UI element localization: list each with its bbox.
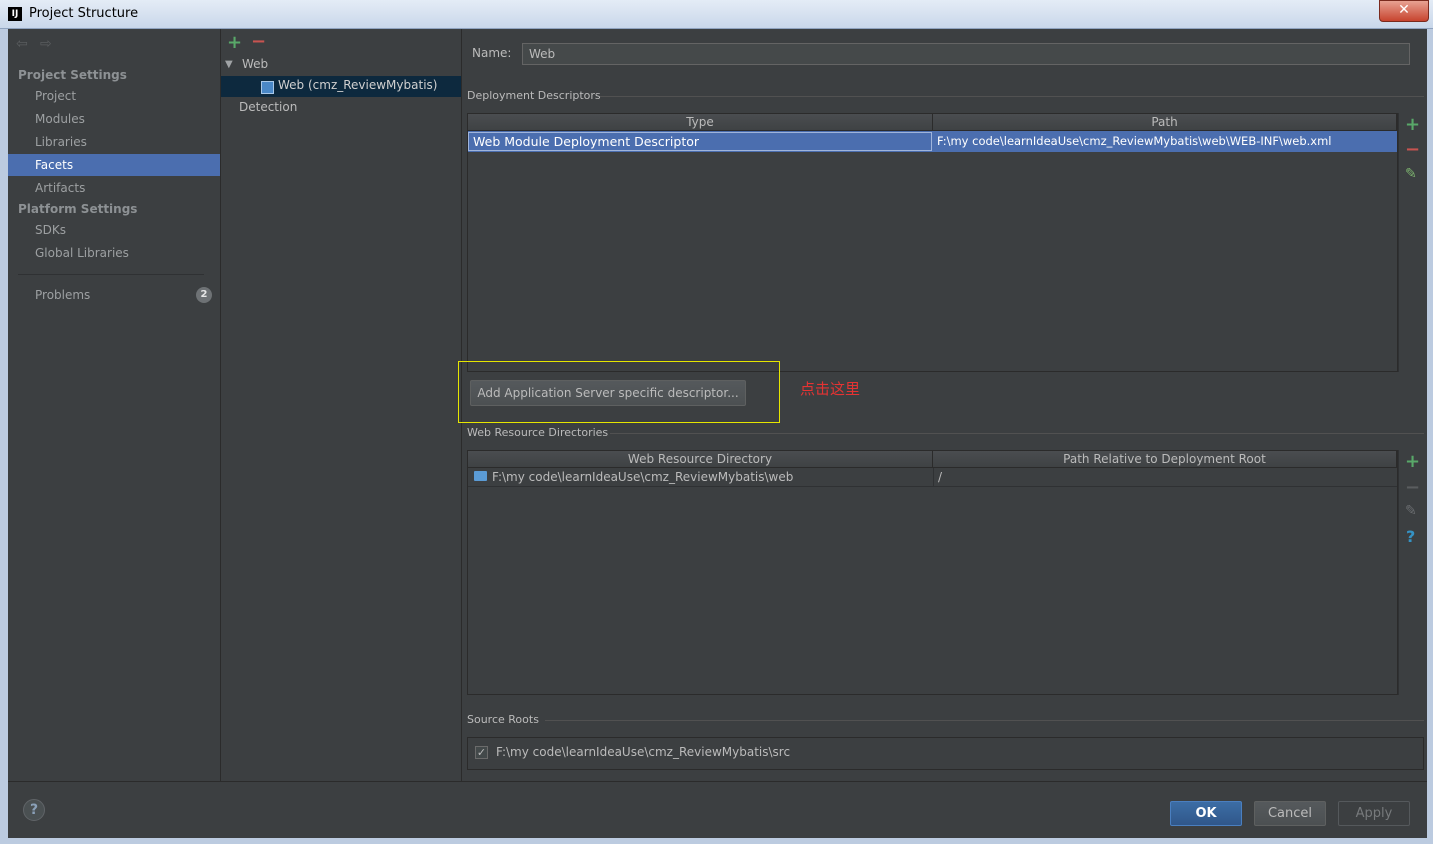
remove-web-resource-icon[interactable]: − [1405,477,1420,498]
sidebar-item-libraries[interactable]: Libraries [8,131,220,153]
ok-button[interactable]: OK [1170,801,1242,826]
folder-icon [474,471,487,481]
deployment-descriptors-title: Deployment Descriptors [467,89,601,102]
web-resources-table: Web Resource Directory Path Relative to … [467,450,1398,695]
window-titlebar [0,0,1433,29]
intellij-app-icon: IJ [8,7,22,21]
add-descriptor-icon[interactable]: + [1405,114,1420,135]
help-button[interactable]: ? [23,799,45,821]
remove-descriptor-icon[interactable]: − [1405,139,1420,160]
back-arrow-icon[interactable]: ⇦ [16,36,28,52]
tree-node-web-module[interactable]: Web (cmz_ReviewMybatis) [278,78,437,92]
web-facet-icon [261,81,274,94]
tree-expand-triangle-icon[interactable]: ▼ [225,59,233,70]
table-row[interactable]: Web Module Deployment Descriptor F:\my c… [468,131,1397,152]
project-settings-heading: Project Settings [18,68,127,82]
sidebar-item-facets[interactable]: Facets [8,154,220,176]
source-root-checkbox[interactable]: ✓ [475,746,488,759]
group-divider [600,96,1424,97]
table-cell-directory: F:\my code\learnIdeaUse\cmz_ReviewMybati… [492,470,794,484]
forward-arrow-icon[interactable]: ⇨ [40,36,52,52]
edit-web-resource-icon[interactable]: ✎ [1405,503,1417,519]
table-cell-path: F:\my code\learnIdeaUse\cmz_ReviewMybati… [937,134,1332,148]
sidebar-item-global-libraries[interactable]: Global Libraries [8,242,220,264]
table-cell-relative-path: / [933,468,1397,486]
facet-name-field[interactable]: Web [522,43,1410,65]
table-row[interactable]: F:\my code\learnIdeaUse\cmz_ReviewMybati… [468,468,1397,487]
tree-node-web[interactable]: Web [242,57,268,71]
column-header-web-resource-directory[interactable]: Web Resource Directory [468,451,933,468]
help-question-icon[interactable]: ? [1406,527,1415,546]
sidebar-item-modules[interactable]: Modules [8,108,220,130]
source-roots-title: Source Roots [467,713,539,726]
edit-descriptor-icon[interactable]: ✎ [1405,166,1417,182]
platform-settings-heading: Platform Settings [18,202,138,216]
column-header-path[interactable]: Path [933,114,1397,131]
window-title: Project Structure [29,6,139,21]
sidebar-divider [18,274,204,275]
facet-tree-panel [221,29,462,781]
sidebar-item-sdks[interactable]: SDKs [8,219,220,241]
sidebar-item-artifacts[interactable]: Artifacts [8,177,220,199]
table-cell-type: Web Module Deployment Descriptor [468,132,932,151]
add-web-resource-icon[interactable]: + [1405,451,1420,472]
name-label: Name: [472,46,512,60]
sidebar-item-problems[interactable]: Problems [8,284,220,306]
window-close-button[interactable]: ✕ [1379,0,1429,22]
tree-node-detection[interactable]: Detection [239,100,297,114]
annotation-click-here: 点击这里 [800,380,861,398]
problems-count-badge: 2 [196,287,212,303]
group-divider [610,433,1424,434]
group-divider [545,720,1424,721]
apply-button[interactable]: Apply [1338,801,1410,826]
cancel-button[interactable]: Cancel [1254,801,1326,826]
column-header-type[interactable]: Type [468,114,933,131]
web-resource-directories-title: Web Resource Directories [467,426,609,439]
deployment-descriptors-table: Type Path Web Module Deployment Descript… [467,113,1398,372]
add-facet-icon[interactable]: + [227,32,242,53]
remove-facet-icon[interactable]: − [251,31,266,52]
add-server-descriptor-button[interactable]: Add Application Server specific descript… [470,380,746,406]
column-header-relative-path[interactable]: Path Relative to Deployment Root [933,451,1397,468]
source-root-path: F:\my code\learnIdeaUse\cmz_ReviewMybati… [496,745,791,759]
sidebar-item-project[interactable]: Project [8,85,220,107]
